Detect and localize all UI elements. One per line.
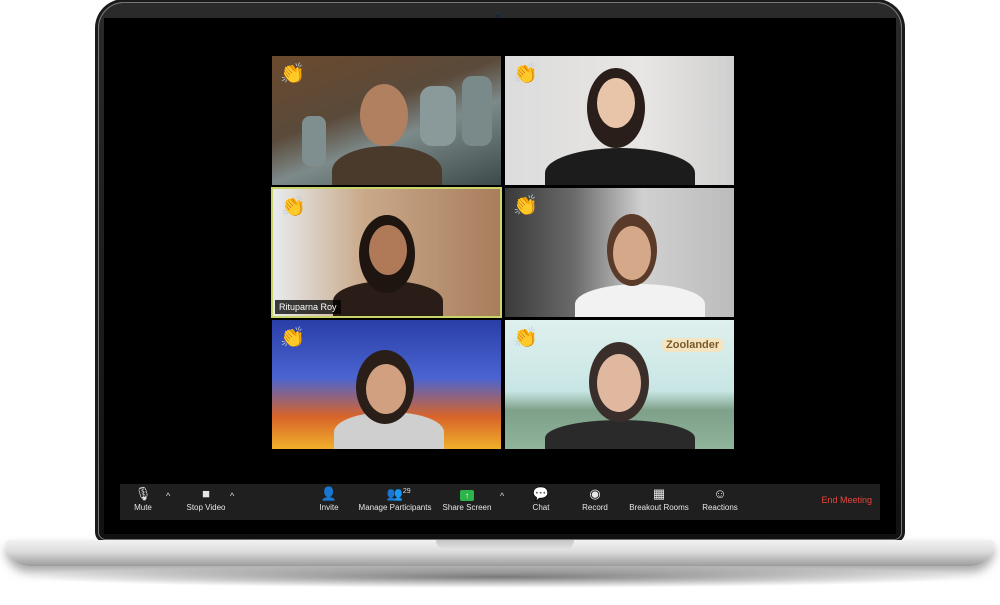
chat-label: Chat <box>532 503 550 512</box>
manage-participants-label: Manage Participants <box>358 503 432 512</box>
add-person-icon: 👤 <box>320 486 338 501</box>
participant-face <box>369 225 407 275</box>
participant-face <box>597 78 635 128</box>
record-label: Record <box>582 503 608 512</box>
participant-face <box>366 364 406 414</box>
video-tile[interactable]: 👏 <box>505 188 734 317</box>
share-options-caret[interactable]: ^ <box>500 491 504 501</box>
end-meeting-button[interactable]: End Meeting <box>821 495 872 505</box>
clap-reaction-icon: 👏 <box>513 63 538 85</box>
clap-reaction-icon: 👏 <box>280 63 305 85</box>
chat-button[interactable]: 💬 Chat <box>526 486 556 518</box>
stop-video-button[interactable]: ■ Stop Video <box>182 486 230 518</box>
participant-face <box>597 354 641 412</box>
video-tile[interactable]: 👏 <box>272 320 501 449</box>
video-tile[interactable]: 👏 <box>272 56 501 185</box>
robot-figure <box>420 86 456 146</box>
video-camera-icon: ■ <box>202 486 210 501</box>
share-screen-label: Share Screen <box>442 503 492 512</box>
breakout-rooms-button[interactable]: ▦ Breakout Rooms <box>628 486 690 518</box>
reactions-button[interactable]: ☺ Reactions <box>700 486 740 518</box>
video-tile[interactable]: 👏 <box>505 56 734 185</box>
record-icon: ◉ <box>589 486 601 501</box>
robot-figure <box>302 116 326 166</box>
participants-count: 29 <box>402 488 411 495</box>
grid-icon: ▦ <box>652 486 666 501</box>
record-button[interactable]: ◉ Record <box>580 486 610 518</box>
mute-button[interactable]: 🎙 Mute <box>128 486 158 518</box>
video-grid: 👏 👏 👏 Rituparna Roy 👏 👏 Zoolander 👏 <box>271 56 734 450</box>
clap-reaction-icon: 👏 <box>281 196 306 218</box>
clap-reaction-icon: 👏 <box>513 327 538 349</box>
zoolander-logo: Zoolander <box>661 338 725 352</box>
stop-video-label: Stop Video <box>186 503 226 512</box>
laptop-base <box>6 540 994 566</box>
mute-label: Mute <box>134 503 152 512</box>
participant-head <box>360 84 408 146</box>
laptop-notch <box>436 540 574 550</box>
participant-silhouette <box>545 420 695 449</box>
microphone-icon: 🎙 <box>134 486 152 501</box>
video-tile-active-speaker[interactable]: 👏 Rituparna Roy <box>271 187 502 318</box>
clap-reaction-icon: 👏 <box>280 327 305 349</box>
breakout-rooms-label: Breakout Rooms <box>629 503 689 512</box>
invite-button[interactable]: 👤 Invite <box>314 486 344 518</box>
participant-silhouette <box>575 284 705 317</box>
share-screen-icon: ↑ <box>460 486 474 502</box>
video-options-caret[interactable]: ^ <box>230 491 234 501</box>
zoom-screen: 👏 👏 👏 Rituparna Roy 👏 👏 Zoolander 👏 🎙 Mu… <box>104 18 896 534</box>
invite-label: Invite <box>319 503 339 512</box>
clap-reaction-icon: 👏 <box>513 195 538 217</box>
share-screen-button[interactable]: ↑ Share Screen <box>442 486 492 518</box>
smiley-icon: ☺ <box>713 486 727 501</box>
manage-participants-button[interactable]: 👥 29 Manage Participants <box>358 486 432 518</box>
people-icon: 👥 29 <box>386 486 411 501</box>
participant-face <box>613 226 651 280</box>
audio-options-caret[interactable]: ^ <box>166 491 170 501</box>
robot-figure <box>462 76 492 146</box>
participant-name-label: Rituparna Roy <box>275 300 341 314</box>
chat-bubble-icon: 💬 <box>532 486 550 501</box>
laptop-shadow <box>20 566 980 588</box>
meeting-toolbar: 🎙 Mute ^ ■ Stop Video ^ 👤 Invite 👥 29 Man… <box>120 484 880 520</box>
reactions-label: Reactions <box>702 503 738 512</box>
video-tile[interactable]: Zoolander 👏 <box>505 320 734 449</box>
